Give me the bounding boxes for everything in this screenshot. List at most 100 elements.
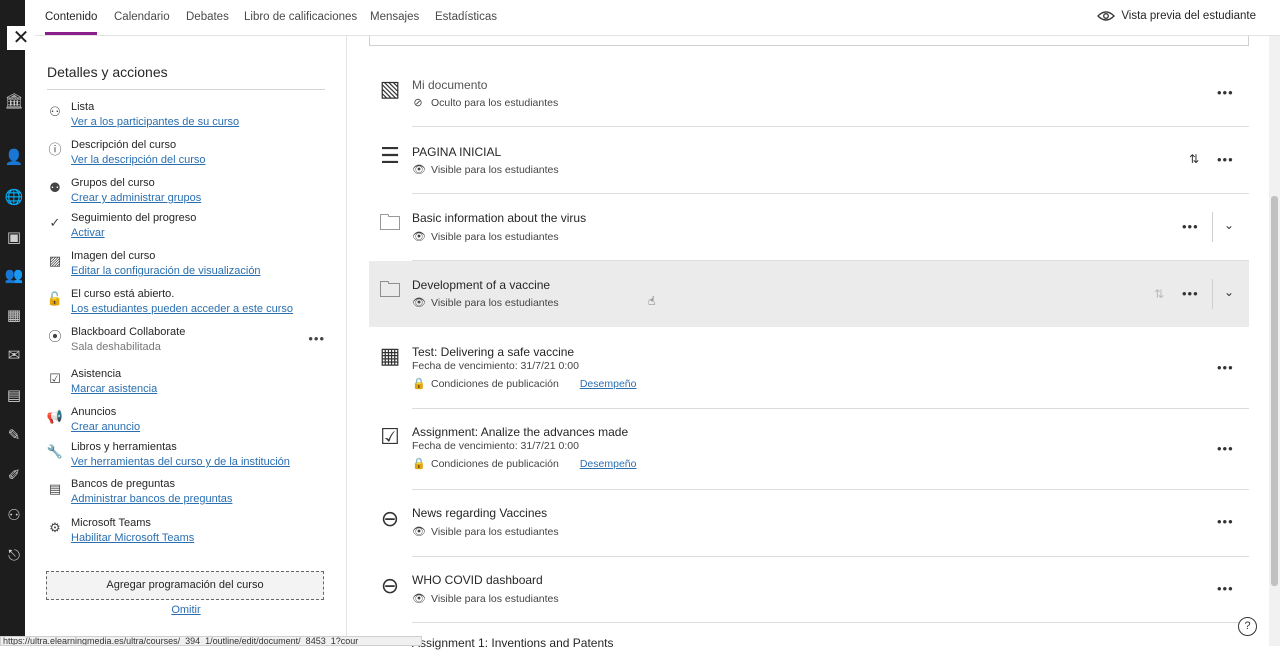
calendar-icon[interactable]: ▦ <box>4 306 24 326</box>
image-icon: ▨ <box>48 253 62 268</box>
item-title[interactable]: Basic information about the virus <box>412 211 586 225</box>
tools-icon[interactable]: ✎ <box>4 426 24 446</box>
release-conditions: 🔒 Condiciones de publicación Desempeño <box>412 377 637 391</box>
lock-icon: 🔒 <box>412 458 426 470</box>
teams-link[interactable]: Habilitar Microsoft Teams <box>71 532 194 544</box>
course-open-link[interactable]: Los estudiantes pueden acceder a este cu… <box>71 303 293 315</box>
item-title[interactable]: Assignment: Analize the advances made <box>412 425 628 439</box>
question-banks-title: Bancos de preguntas <box>71 478 175 490</box>
status-bar-url: https://ultra.elearningmedia.es/ultra/co… <box>0 636 422 646</box>
grades-icon[interactable]: ▤ <box>4 386 24 406</box>
lock-icon: 🔒 <box>412 378 426 390</box>
tab-estadisticas[interactable]: Estadísticas <box>435 0 497 35</box>
content-item[interactable]: ☰ PAGINA INICIAL 👁 Visible para los estud… <box>369 127 1249 194</box>
mouse-cursor-icon: ☝ <box>648 294 656 308</box>
due-date: Fecha de vencimiento: 31/7/21 0:00 <box>412 440 579 452</box>
item-more-button[interactable]: ••• <box>1182 286 1199 301</box>
tab-libro-calificaciones[interactable]: Libro de calificaciones <box>244 0 357 35</box>
content-item[interactable]: ⊖ WHO COVID dashboard 👁 Visible para los … <box>369 557 1249 623</box>
divider <box>1212 279 1213 309</box>
tab-contenido[interactable]: Contenido <box>45 0 98 35</box>
collaborate-more-button[interactable]: ••• <box>308 331 325 346</box>
edit-icon[interactable]: ✐ <box>4 466 24 486</box>
item-title[interactable]: PAGINA INICIAL <box>412 145 501 159</box>
reorder-icon[interactable]: ⇅ <box>1189 152 1200 166</box>
megaphone-icon: 📢 <box>46 409 64 424</box>
tab-calendario[interactable]: Calendario <box>114 0 170 35</box>
collaborate-status: Sala deshabilitada <box>71 341 161 353</box>
profile-icon[interactable]: 👤 <box>4 148 24 168</box>
people-icon: ⚇ <box>49 104 61 119</box>
divider <box>1212 212 1213 242</box>
courses-icon[interactable]: ▣ <box>4 228 24 248</box>
books-tools-link[interactable]: Ver herramientas del curso y de la insti… <box>71 456 290 468</box>
institution-icon[interactable]: 🏛 <box>4 92 24 112</box>
item-title[interactable]: News regarding Vaccines <box>412 506 547 520</box>
item-more-button[interactable]: ••• <box>1217 360 1234 375</box>
chevron-down-icon[interactable]: ⌄ <box>1224 285 1235 299</box>
performance-link[interactable]: Desempeño <box>580 458 637 470</box>
close-panel-button[interactable]: ✕ <box>7 26 35 50</box>
performance-link[interactable]: Desempeño <box>580 378 637 390</box>
announcements-link[interactable]: Crear anuncio <box>71 421 140 433</box>
content-item[interactable]: 🗀 Basic information about the virus 👁 Vis… <box>369 194 1249 261</box>
tab-debates[interactable]: Debates <box>186 0 229 35</box>
groups-icon: ⚉ <box>49 180 61 195</box>
signout-icon[interactable]: ⎋ <box>4 546 24 566</box>
preview-eye-icon <box>1097 11 1116 21</box>
item-title[interactable]: WHO COVID dashboard <box>412 573 543 587</box>
details-actions-panel: Detalles y acciones ⚇ Lista Ver a los pa… <box>25 36 347 646</box>
link-icon: ⊖ <box>380 506 400 531</box>
collaborate-title: Blackboard Collaborate <box>71 326 186 338</box>
globe-icon[interactable]: 🌐 <box>4 188 24 208</box>
organizations-icon[interactable]: 👥 <box>4 266 24 286</box>
item-more-button[interactable]: ••• <box>1217 85 1234 100</box>
tab-mensajes[interactable]: Mensajes <box>370 0 419 35</box>
student-preview-button[interactable]: Vista previa del estudiante <box>1097 10 1256 22</box>
content-item[interactable]: ☑ Assignment: Analize the advances made … <box>369 409 1249 490</box>
content-item[interactable]: ⊖ News regarding Vaccines 👁 Visible para … <box>369 490 1249 557</box>
content-item[interactable]: ▧ Mi documento ⊘ Oculto para los estudian… <box>369 60 1249 127</box>
messages-icon[interactable]: ✉ <box>4 346 24 366</box>
content-item[interactable]: 🗀 Development of a vaccine 👁 Visible para… <box>369 261 1249 327</box>
folder-icon: 🗀 <box>378 277 401 302</box>
roster-link[interactable]: Ver a los participantes de su curso <box>71 116 239 128</box>
visibility-status: 👁 Visible para los estudiantes <box>412 230 559 244</box>
visibility-status: 👁 Visible para los estudiantes <box>412 525 559 539</box>
course-groups-link[interactable]: Crear y administrar grupos <box>71 192 201 204</box>
item-title[interactable]: Test: Delivering a safe vaccine <box>412 345 574 359</box>
course-tabs-bar: Contenido Calendario Debates Libro de ca… <box>25 0 1280 36</box>
wrench-icon: 🔧 <box>46 444 64 459</box>
progress-tracking-link[interactable]: Activar <box>71 227 105 239</box>
user-icon[interactable]: ⚇ <box>4 506 24 526</box>
unlock-icon: 🔓 <box>46 291 64 306</box>
content-header-box <box>369 36 1249 46</box>
divider <box>412 622 1249 623</box>
link-icon: ⊖ <box>380 573 400 598</box>
course-description-link[interactable]: Ver la descripción del curso <box>71 154 206 166</box>
item-more-button[interactable]: ••• <box>1217 152 1234 167</box>
question-banks-link[interactable]: Administrar bancos de preguntas <box>71 493 232 505</box>
course-groups-title: Grupos del curso <box>71 177 155 189</box>
item-more-button[interactable]: ••• <box>1217 581 1234 596</box>
add-schedule-button[interactable]: Agregar programación del curso <box>46 571 324 600</box>
omit-link[interactable]: Omitir <box>25 604 347 616</box>
help-icon[interactable]: ? <box>1238 617 1257 636</box>
item-more-button[interactable]: ••• <box>1182 219 1199 234</box>
reorder-icon[interactable]: ⇅ <box>1154 287 1165 301</box>
item-more-button[interactable]: ••• <box>1217 514 1234 529</box>
eye-icon: 👁 <box>412 164 426 176</box>
eye-icon: 👁 <box>412 297 426 309</box>
item-more-button[interactable]: ••• <box>1217 441 1234 456</box>
item-title[interactable]: Development of a vaccine <box>412 278 550 292</box>
scrollbar[interactable] <box>1269 36 1280 646</box>
folder-icon: 🗀 <box>378 210 401 235</box>
chevron-down-icon[interactable]: ⌄ <box>1224 218 1235 232</box>
item-title[interactable]: Assignment 1: Inventions and Patents <box>412 636 613 650</box>
scrollbar-thumb[interactable] <box>1271 196 1278 586</box>
course-image-link[interactable]: Editar la configuración de visualización <box>71 265 261 277</box>
attendance-link[interactable]: Marcar asistencia <box>71 383 157 395</box>
item-title[interactable]: Mi documento <box>412 78 487 92</box>
content-item[interactable]: ▦ Test: Delivering a safe vaccine Fecha … <box>369 329 1249 409</box>
progress-tracking-title: Seguimiento del progreso <box>71 212 197 224</box>
